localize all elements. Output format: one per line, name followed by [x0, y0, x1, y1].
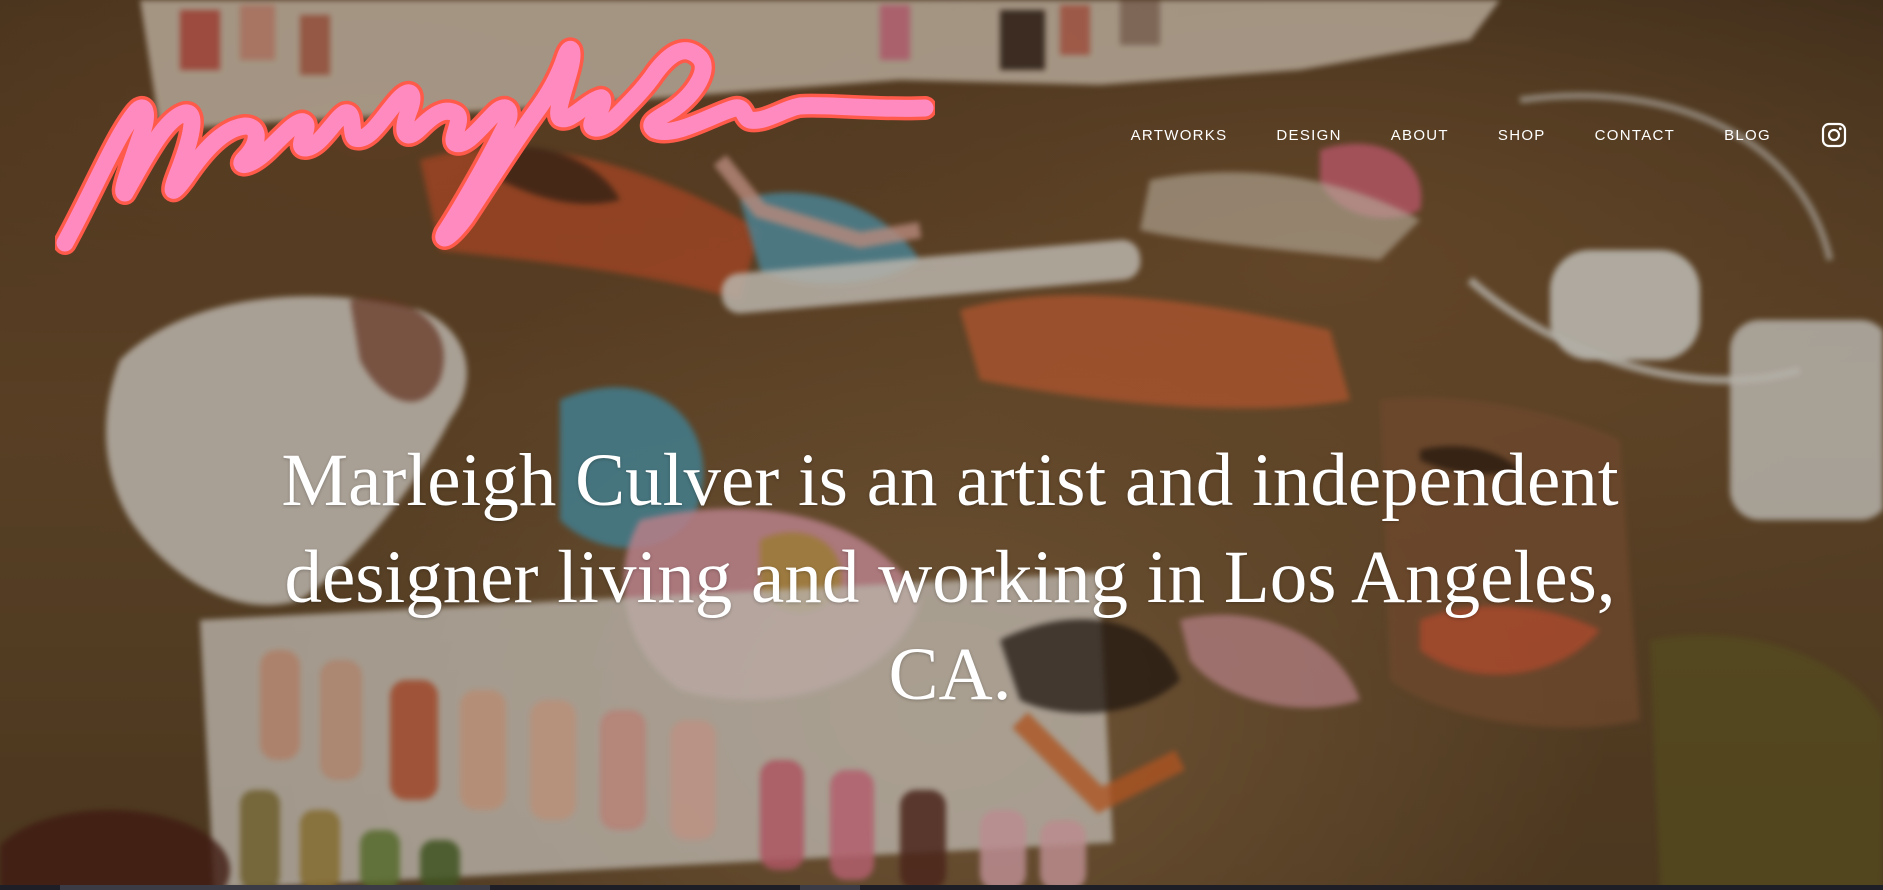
bottom-edge-segment: [800, 885, 860, 890]
nav-design-link[interactable]: DESIGN: [1276, 127, 1341, 144]
nav-shop-link[interactable]: SHOP: [1498, 127, 1546, 144]
logo-signature[interactable]: [55, 18, 935, 258]
bottom-edge-bar: [0, 885, 1883, 890]
hero-headline: Marleigh Culver is an artist and indepen…: [281, 439, 1619, 716]
nav-artworks-link[interactable]: ARTWORKS: [1131, 127, 1228, 144]
bottom-edge-segment: [60, 885, 490, 890]
signature-logo-graphic: [55, 18, 935, 258]
main-nav: ARTWORKS DESIGN ABOUT SHOP CONTACT BLOG: [1131, 122, 1847, 148]
nav-contact-link[interactable]: CONTACT: [1595, 127, 1675, 144]
nav-blog-link[interactable]: BLOG: [1724, 127, 1771, 144]
page: ARTWORKS DESIGN ABOUT SHOP CONTACT BLOG …: [0, 0, 1883, 890]
nav-about-link[interactable]: ABOUT: [1391, 127, 1449, 144]
instagram-icon[interactable]: [1821, 122, 1847, 148]
